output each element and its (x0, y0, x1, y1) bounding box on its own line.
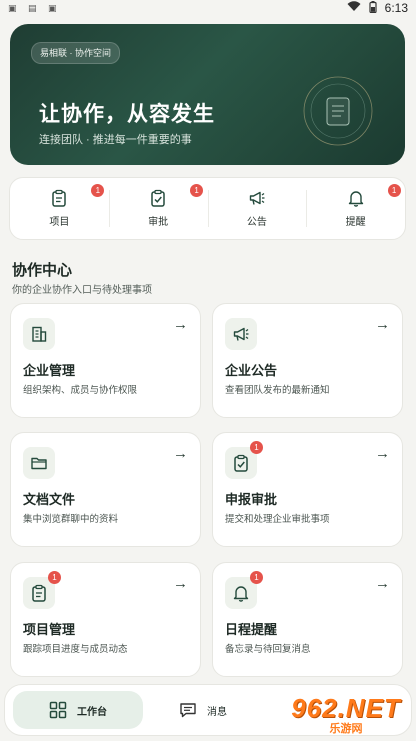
image-icon: ▤ (28, 3, 37, 13)
card-icon (23, 447, 55, 479)
quick-label: 项目 (49, 217, 70, 228)
folder-icon (31, 457, 47, 470)
quick-label: 提醒 (345, 217, 366, 228)
status-left-icons: ▣ ▤ ▣ (8, 3, 58, 13)
card-title: 企业管理 (23, 363, 76, 378)
nav-label: 消息 (207, 706, 227, 718)
quick-label: 审批 (148, 217, 169, 228)
section-title: 协作中心 (12, 262, 73, 279)
card-enterprise-management[interactable]: → 企业管理 组织架构、成员与协作权限 (10, 303, 201, 418)
card-title: 项目管理 (23, 622, 76, 637)
quick-item-project[interactable]: 项目 1 (10, 178, 109, 239)
quick-label: 公告 (246, 217, 267, 228)
card-description: 集中浏览群聊中的资料 (23, 514, 119, 525)
card-icon: 1 (225, 571, 263, 609)
chat-icon (180, 703, 196, 718)
check-clipboard-icon (234, 454, 248, 472)
banner-document-icon (303, 76, 373, 146)
card-icon (23, 318, 55, 350)
card-project-management[interactable]: 1 → 项目管理 跟踪项目进度与成员动态 (10, 562, 201, 677)
status-bar: ▣ ▤ ▣ 6:13 (0, 0, 416, 16)
quick-item-announcement[interactable]: 公告 (207, 178, 307, 239)
status-time: 6:13 (384, 1, 408, 15)
notification-badge: 1 (250, 571, 263, 584)
card-documents[interactable]: → 文档文件 集中浏览群聊中的资料 (10, 432, 201, 547)
banner-subtitle: 连接团队 · 推进每一件重要的事 (39, 134, 192, 146)
watermark-text: 乐游网 (329, 722, 363, 735)
card-description: 查看团队发布的最新通知 (225, 385, 330, 396)
section-subtitle: 你的企业协作入口与待处理事项 (12, 285, 152, 296)
banner-pill: 易相联 · 协作空间 (31, 42, 120, 64)
notification-badge: 1 (48, 571, 61, 584)
arrow-right-icon: → (375, 316, 390, 333)
building-icon (32, 326, 47, 342)
grid-icon (49, 701, 67, 719)
app-icon-1: ▣ (8, 3, 17, 13)
card-description: 提交和处理企业审批事项 (225, 514, 330, 525)
card-icon (225, 318, 257, 350)
quick-item-reminder[interactable]: 提醒 1 (306, 178, 405, 239)
battery-icon (369, 0, 377, 16)
megaphone-icon (249, 191, 265, 205)
bell-icon (348, 191, 363, 207)
arrow-right-icon: → (375, 445, 390, 462)
clipboard-icon (52, 189, 67, 207)
card-enterprise-announcement[interactable]: → 企业公告 查看团队发布的最新通知 (212, 303, 403, 418)
clipboard-icon (32, 584, 46, 602)
status-right: 6:13 (347, 0, 408, 16)
nav-tab-workbench[interactable]: 工作台 (13, 691, 143, 729)
card-title: 日程提醒 (225, 622, 278, 637)
app-icon-2: ▣ (48, 3, 57, 13)
card-icon: 1 (225, 441, 263, 479)
notification-badge: 1 (250, 441, 263, 454)
card-description: 备忘录与待回复消息 (225, 644, 311, 655)
hero-banner: 易相联 · 协作空间 让协作，从容发生 连接团队 · 推进每一件重要的事 (10, 24, 405, 165)
notification-badge: 1 (91, 184, 105, 197)
card-title: 文档文件 (23, 492, 76, 507)
card-description: 跟踪项目进度与成员动态 (23, 644, 128, 655)
card-title: 申报审批 (225, 492, 278, 507)
card-approval[interactable]: 1 → 申报审批 提交和处理企业审批事项 (212, 432, 403, 547)
site-watermark: 962.NET 乐游网 (278, 690, 414, 738)
card-title: 企业公告 (225, 363, 278, 378)
nav-label: 工作台 (77, 706, 107, 718)
arrow-right-icon: → (173, 316, 188, 333)
card-description: 组织架构、成员与协作权限 (23, 385, 138, 396)
card-icon: 1 (23, 571, 61, 609)
bell-icon (233, 586, 249, 602)
wifi-icon (347, 1, 361, 15)
arrow-right-icon: → (173, 445, 188, 462)
banner-title: 让协作，从容发生 (39, 103, 215, 126)
notification-badge: 1 (190, 184, 204, 197)
arrow-right-icon: → (375, 575, 390, 592)
check-clipboard-icon (151, 189, 165, 207)
nav-tab-messages[interactable]: 消息 (143, 691, 263, 729)
card-schedule-reminder[interactable]: 1 → 日程提醒 备忘录与待回复消息 (212, 562, 403, 677)
quick-access-bar: 项目 1 审批 1 公告 提醒 1 (9, 177, 406, 240)
quick-item-approval[interactable]: 审批 1 (108, 178, 208, 239)
megaphone-icon (233, 327, 249, 341)
notification-badge: 1 (387, 184, 401, 197)
arrow-right-icon: → (173, 575, 188, 592)
